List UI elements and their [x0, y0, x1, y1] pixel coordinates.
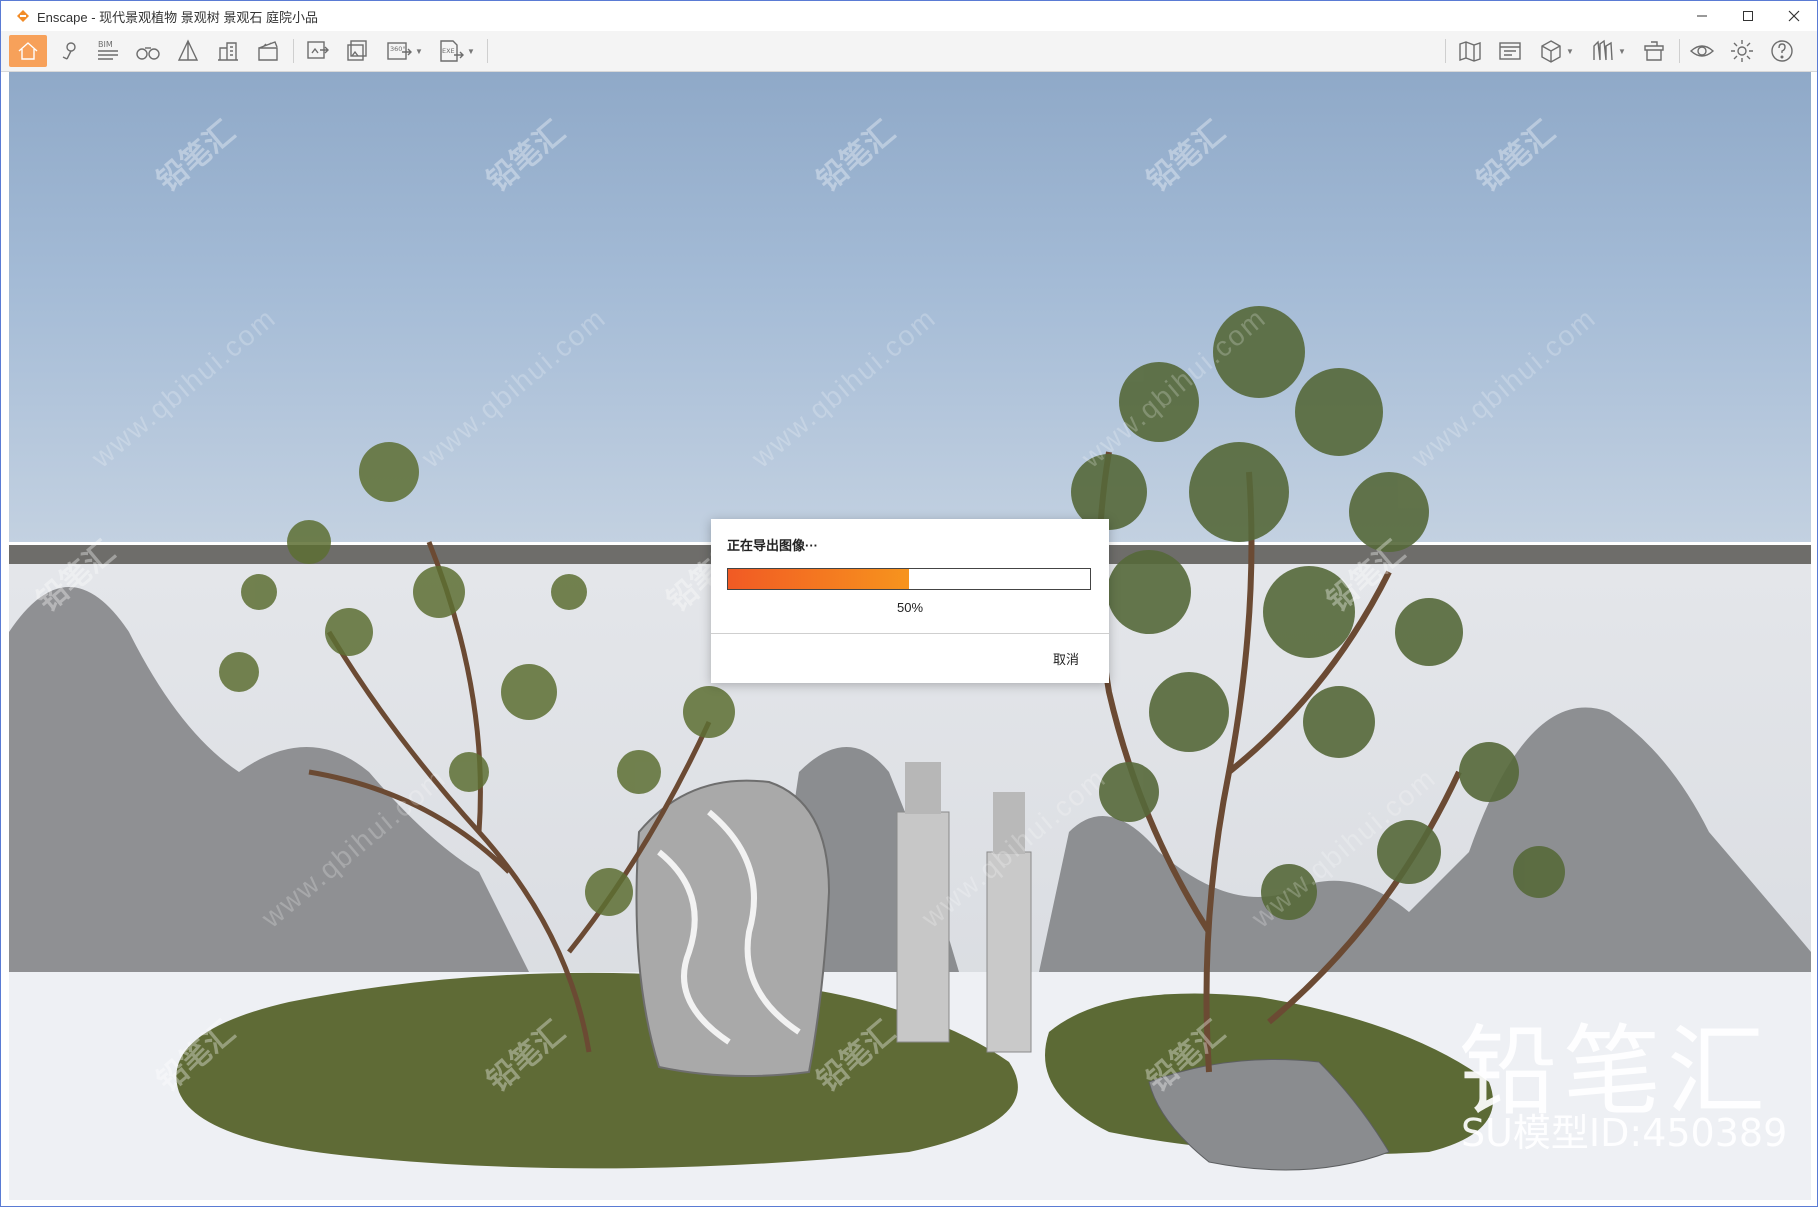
settings-button[interactable] — [1725, 35, 1759, 67]
export-exe-icon: EXE — [440, 40, 465, 62]
material-icon — [1644, 41, 1664, 61]
cancel-button[interactable]: 取消 — [1053, 649, 1079, 668]
visual-settings-button[interactable] — [1685, 35, 1719, 67]
location-pin-icon — [62, 42, 76, 60]
buildings-button[interactable] — [211, 35, 245, 67]
window-controls — [1679, 1, 1817, 31]
material-editor-button[interactable] — [1637, 35, 1671, 67]
view-management-icon — [1499, 42, 1521, 60]
export-exe-button[interactable]: EXE ▼ — [433, 35, 479, 67]
close-button[interactable] — [1771, 1, 1817, 31]
progress-bar-fill — [728, 569, 909, 589]
map-button[interactable] — [1453, 35, 1487, 67]
chevron-down-icon: ▼ — [415, 46, 423, 56]
help-icon — [1771, 40, 1793, 62]
cube-icon — [1541, 40, 1561, 63]
view-location-button[interactable] — [53, 35, 85, 67]
close-icon — [1788, 10, 1800, 22]
lawn-island-left — [176, 972, 1018, 1169]
asset-library-button[interactable]: ▼ — [1585, 35, 1631, 67]
chevron-down-icon: ▼ — [467, 46, 475, 56]
progress-percent: 50% — [896, 600, 924, 615]
walk-mode-button[interactable] — [131, 35, 165, 67]
eye-icon — [1689, 45, 1715, 57]
title-bar: Enscape - 现代景观植物 景观树 景观石 庭院小品 — [1, 1, 1817, 31]
binoculars-icon — [136, 47, 160, 60]
enscape-toolbar: BIM 360° ▼ EXE ▼ ▼ ▼ — [1, 31, 1817, 95]
stone-pillar-left-top — [905, 762, 941, 814]
chevron-down-icon: ▼ — [1618, 46, 1626, 56]
bim-label: BIM — [98, 40, 113, 49]
enscape-window: Enscape - 现代景观植物 景观树 景观石 庭院小品 BIM 360° ▼… — [0, 0, 1818, 1207]
gear-icon — [1731, 40, 1753, 62]
dialog-title: 正在导出图像··· — [727, 538, 818, 553]
home-button[interactable] — [9, 35, 47, 67]
video-editor-button[interactable] — [251, 35, 285, 67]
batch-render-button[interactable] — [341, 35, 375, 67]
window-title: Enscape - 现代景观植物 景观树 景观石 庭院小品 — [37, 9, 318, 25]
scholar-stone — [635, 779, 831, 1077]
bim-button[interactable]: BIM — [91, 35, 125, 67]
perspective-icon — [177, 39, 199, 61]
home-icon — [18, 42, 38, 60]
stone-pillar-right — [986, 851, 1032, 1053]
stone-pillar-right-top — [993, 792, 1025, 854]
dialog-divider — [711, 633, 1109, 634]
toolbar-separator — [1679, 39, 1680, 63]
perspective-button[interactable] — [171, 35, 205, 67]
stone-pillar-left — [896, 811, 950, 1043]
chevron-down-icon: ▼ — [1566, 46, 1574, 56]
batch-render-icon — [347, 40, 367, 61]
view-management-button[interactable] — [1493, 35, 1527, 67]
map-icon — [1459, 41, 1481, 62]
minimize-icon — [1697, 15, 1707, 17]
enscape-logo-icon — [17, 10, 29, 22]
panorama-360-icon: 360° — [387, 42, 413, 60]
toolbar-separator — [487, 39, 488, 63]
export-progress-dialog: 正在导出图像··· 50% 取消 — [711, 519, 1109, 683]
exe-label: EXE — [442, 47, 455, 55]
panorama-button[interactable]: 360° ▼ — [381, 35, 427, 67]
toolbar-separator — [293, 39, 294, 63]
clapperboard-icon — [258, 41, 278, 61]
asset-library-icon — [1593, 39, 1613, 61]
toolbar-separator — [1445, 39, 1446, 63]
help-button[interactable] — [1765, 35, 1799, 67]
render-image-icon — [307, 41, 329, 59]
render-image-button[interactable] — [301, 35, 335, 67]
maximize-icon — [1743, 11, 1753, 21]
bim-icon: BIM — [98, 40, 118, 60]
cube-button[interactable]: ▼ — [1533, 35, 1579, 67]
maximize-button[interactable] — [1725, 1, 1771, 31]
buildings-icon — [218, 42, 238, 61]
model-id-label: SU模型ID:450389 — [1461, 1111, 1788, 1155]
minimize-button[interactable] — [1679, 1, 1725, 31]
progress-bar — [727, 568, 1091, 590]
